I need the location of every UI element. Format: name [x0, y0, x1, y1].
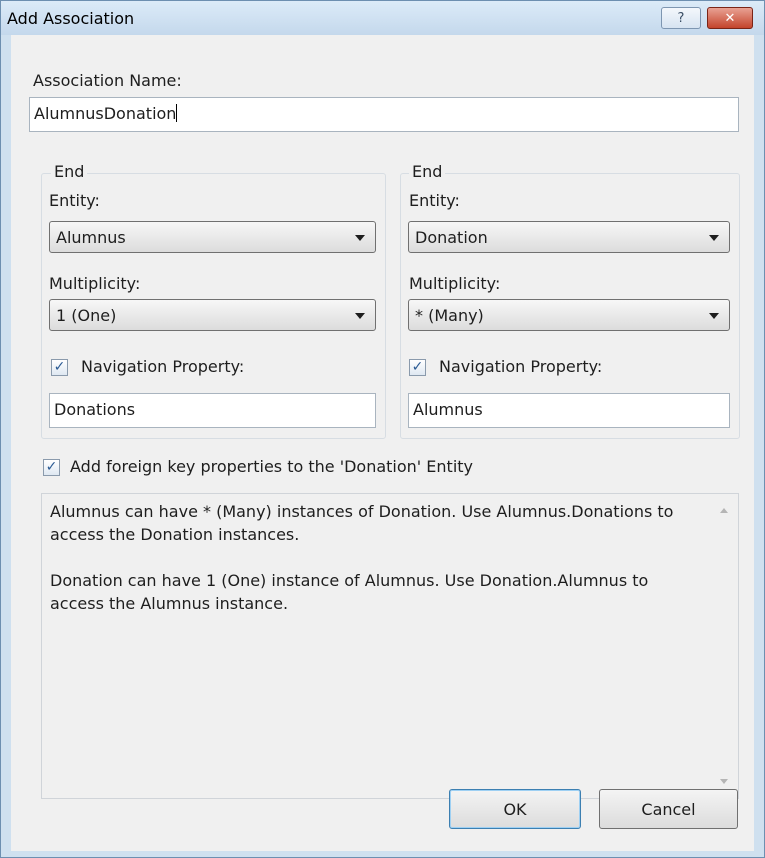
checkmark-icon: ✓ — [45, 459, 58, 475]
end2-multiplicity-label: Multiplicity: — [409, 274, 501, 293]
end1-multiplicity-select[interactable]: 1 (One) — [49, 299, 376, 331]
end1-navigation-value: Donations — [54, 400, 136, 419]
dropdown-arrow-icon — [709, 235, 719, 241]
end2-multiplicity-value: * (Many) — [415, 306, 484, 325]
end1-navigation-checkbox[interactable]: ✓ — [51, 359, 68, 376]
end1-multiplicity-label: Multiplicity: — [49, 274, 141, 293]
end2-navigation-value: Alumnus — [413, 400, 483, 419]
end2-entity-label: Entity: — [409, 191, 460, 210]
association-description[interactable]: Alumnus can have * (Many) instances of D… — [41, 493, 739, 799]
end2-navigation-input[interactable]: Alumnus — [408, 393, 730, 428]
end1-entity-value: Alumnus — [56, 228, 126, 247]
end1-legend: End — [51, 162, 88, 181]
description-line-2: Donation can have 1 (One) instance of Al… — [50, 571, 649, 613]
add-association-dialog: Add Association ? ✕ Association Name: Al… — [0, 0, 765, 858]
end1-navigation-input[interactable]: Donations — [49, 393, 376, 428]
question-mark-icon: ? — [677, 10, 685, 26]
end2-navigation-label: Navigation Property: — [439, 357, 603, 376]
foreign-key-label: Add foreign key properties to the 'Donat… — [70, 457, 473, 476]
end1-entity-select[interactable]: Alumnus — [49, 221, 376, 253]
end2-legend: End — [409, 162, 446, 181]
help-button[interactable]: ? — [661, 7, 701, 29]
end2-navigation-checkbox[interactable]: ✓ — [409, 359, 426, 376]
dialog-client-area: Association Name: AlumnusDonation End En… — [11, 35, 754, 851]
association-name-input[interactable]: AlumnusDonation — [29, 97, 739, 132]
scroll-down-arrow-icon[interactable] — [720, 779, 728, 784]
cancel-button[interactable]: Cancel — [599, 789, 738, 829]
checkmark-icon: ✓ — [53, 359, 66, 375]
window-title: Add Association — [7, 9, 135, 28]
end1-multiplicity-value: 1 (One) — [56, 306, 117, 325]
close-button[interactable]: ✕ — [707, 7, 753, 29]
association-name-value: AlumnusDonation — [34, 104, 177, 123]
ok-button[interactable]: OK — [449, 789, 581, 829]
foreign-key-checkbox[interactable]: ✓ — [43, 459, 60, 476]
end2-entity-value: Donation — [415, 228, 488, 247]
scroll-up-arrow-icon[interactable] — [720, 508, 728, 513]
end2-multiplicity-select[interactable]: * (Many) — [408, 299, 730, 331]
dropdown-arrow-icon — [355, 313, 365, 319]
title-bar[interactable]: Add Association ? ✕ — [1, 1, 764, 35]
close-icon: ✕ — [724, 10, 736, 26]
end2-entity-select[interactable]: Donation — [408, 221, 730, 253]
end1-navigation-label: Navigation Property: — [81, 357, 245, 376]
end1-entity-label: Entity: — [49, 191, 100, 210]
dropdown-arrow-icon — [355, 235, 365, 241]
description-line-1: Alumnus can have * (Many) instances of D… — [50, 502, 674, 544]
dropdown-arrow-icon — [709, 313, 719, 319]
checkmark-icon: ✓ — [411, 359, 424, 375]
text-caret — [176, 104, 178, 122]
association-name-label: Association Name: — [33, 71, 182, 90]
